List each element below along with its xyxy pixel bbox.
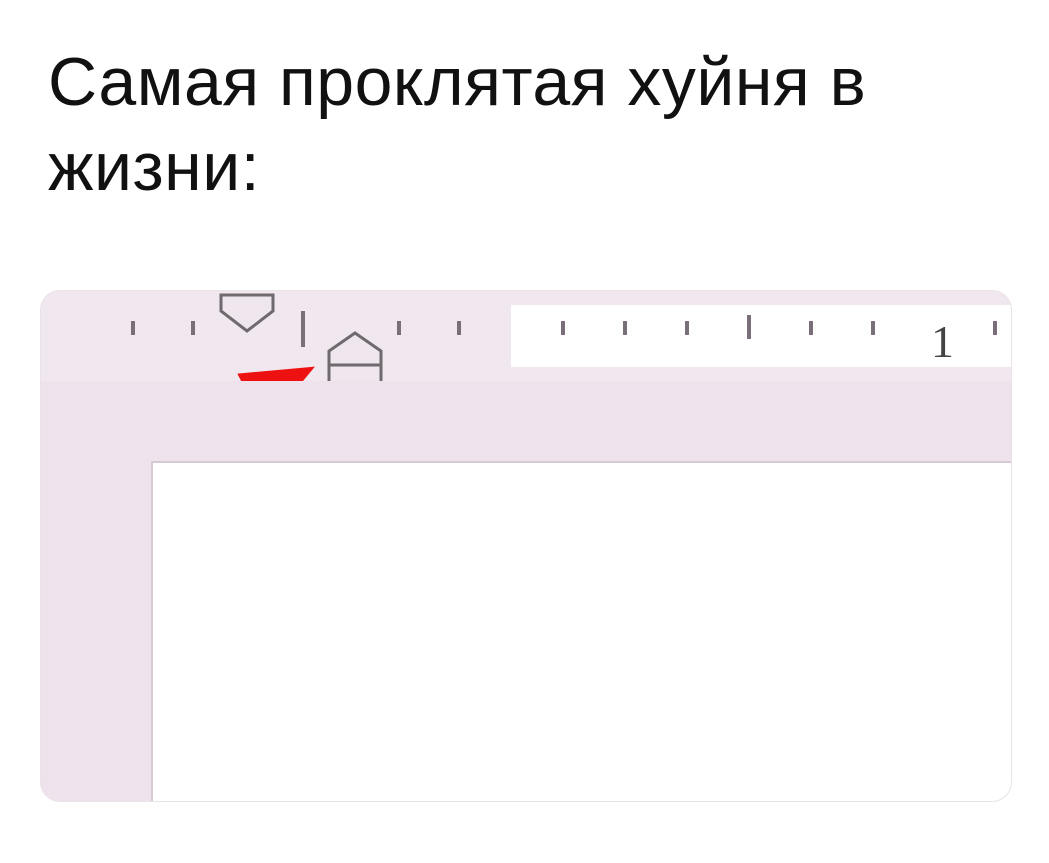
ruler-tick: [809, 321, 813, 335]
meme-frame: Самая проклятая хуйня в жизни: 1: [0, 0, 1049, 863]
ruler-tick: [131, 321, 135, 335]
ruler-tick: [457, 321, 461, 335]
horizontal-ruler[interactable]: 1: [41, 291, 1011, 383]
caption-text: Самая проклятая хуйня в жизни:: [48, 40, 1001, 210]
ruler-tick: [993, 321, 997, 335]
ruler-tick: [685, 321, 689, 335]
ruler-tick: [747, 315, 751, 339]
ruler-tick: [871, 321, 875, 335]
ruler-tick: [397, 321, 401, 335]
ruler-tick: [191, 321, 195, 335]
ruler-tick: [301, 311, 305, 347]
ruler-number: 1: [931, 315, 954, 368]
document-page[interactable]: [151, 461, 1011, 801]
ruler-tick: [623, 321, 627, 335]
first-line-indent-marker-icon[interactable]: [219, 293, 275, 333]
word-processor-screenshot: 1: [40, 290, 1012, 802]
ruler-tick: [561, 321, 565, 335]
document-margin-area: [41, 381, 1011, 801]
